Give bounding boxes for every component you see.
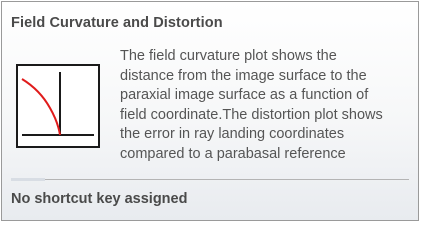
tooltip-panel: Field Curvature and Distortion The field…: [1, 1, 419, 221]
description-line: paraxial image surface as a function of: [120, 87, 369, 103]
plot-curve: [21, 78, 61, 136]
description-line: distance from the image surface to the: [120, 67, 367, 84]
description-line: the error in ray landing coordinates: [120, 126, 345, 142]
separator-accent: [11, 178, 45, 181]
field-curvature-plot-icon: [16, 64, 100, 148]
description-line: The field curvature plot shows the: [120, 48, 337, 64]
description-line: compared to a parabasal reference: [120, 145, 346, 162]
tooltip-description: The field curvature plot shows the dista…: [120, 47, 412, 164]
shortcut-text: No shortcut key assigned: [11, 191, 188, 207]
description-line: field coordinate.The distortion plot sho…: [120, 106, 383, 123]
field-curvature-plot-graphic: [21, 72, 94, 136]
tooltip-separator: [11, 179, 409, 180]
tooltip-title: Field Curvature and Distortion: [11, 15, 223, 31]
